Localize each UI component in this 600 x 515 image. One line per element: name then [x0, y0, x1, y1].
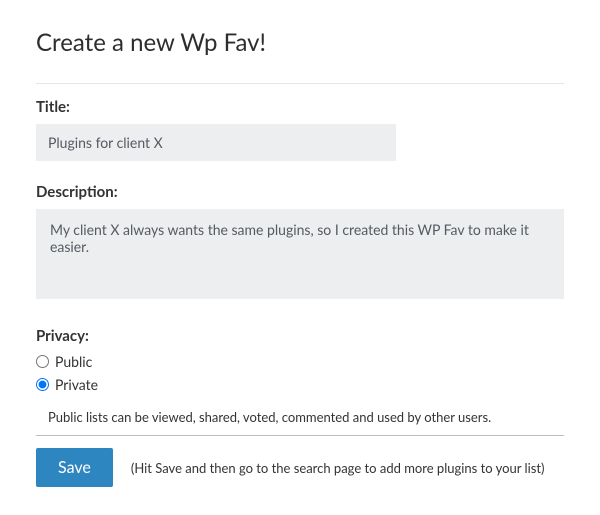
privacy-radio-private-label: Private — [55, 376, 98, 393]
bottom-divider — [36, 435, 564, 436]
save-button[interactable]: Save — [36, 448, 113, 487]
privacy-label: Privacy: — [36, 327, 564, 345]
save-hint: (Hit Save and then go to the search page… — [131, 460, 545, 476]
privacy-help-text: Public lists can be viewed, shared, vote… — [36, 403, 564, 435]
privacy-option-private[interactable]: Private — [36, 376, 564, 393]
top-divider — [36, 83, 564, 84]
description-input[interactable] — [36, 209, 564, 299]
privacy-option-public[interactable]: Public — [36, 353, 564, 370]
title-label: Title: — [36, 98, 564, 116]
privacy-radio-public[interactable] — [36, 355, 49, 368]
privacy-radio-group: Public Private — [36, 353, 564, 393]
description-label: Description: — [36, 183, 564, 201]
privacy-radio-private[interactable] — [36, 378, 49, 391]
action-row: Save (Hit Save and then go to the search… — [36, 448, 564, 487]
title-input[interactable] — [36, 124, 396, 161]
privacy-radio-public-label: Public — [55, 353, 92, 370]
page-title: Create a new Wp Fav! — [36, 28, 564, 57]
